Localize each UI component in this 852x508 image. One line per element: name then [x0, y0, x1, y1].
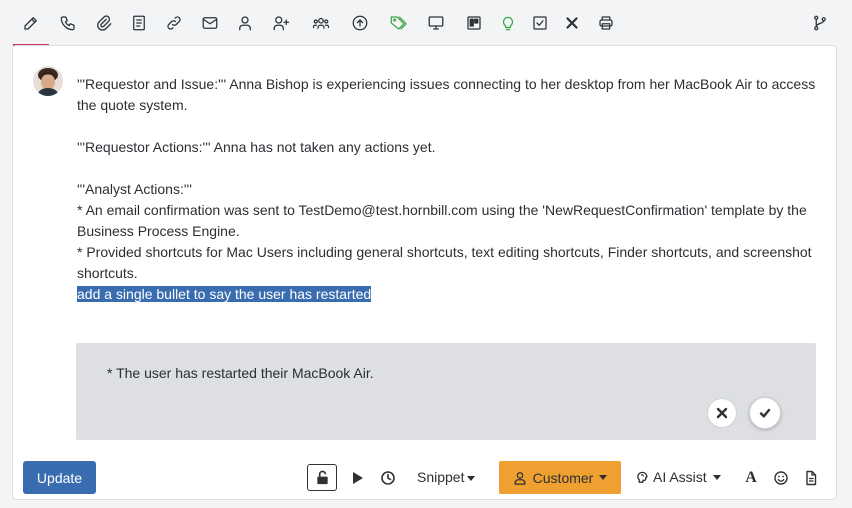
note-content[interactable]: '''Requestor and Issue:''' Anna Bishop i… [77, 74, 827, 305]
toolbar [0, 0, 852, 46]
emoji-button[interactable] [768, 464, 794, 491]
font-format-button[interactable]: A [738, 464, 764, 491]
note-line-requestor-actions: '''Requestor Actions:''' Anna has not ta… [77, 139, 436, 155]
note-line-email-bullet: * An email confirmation was sent to Test… [77, 202, 811, 239]
reject-suggestion-button[interactable] [707, 398, 737, 428]
chevron-down-icon [467, 475, 476, 481]
snippet-label: Snippet [417, 469, 465, 485]
editor-footer: Update Snippet Customer AI Assist A [13, 460, 838, 494]
user-icon [514, 471, 526, 485]
font-icon: A [745, 468, 757, 486]
lock-button[interactable] [307, 464, 337, 491]
user-icon[interactable] [230, 8, 260, 38]
board-icon[interactable] [459, 8, 489, 38]
desktop-icon[interactable] [421, 8, 451, 38]
upload-icon[interactable] [345, 8, 375, 38]
branch-icon[interactable] [805, 8, 835, 38]
lightbulb-icon[interactable] [493, 8, 523, 38]
document-icon [806, 470, 817, 485]
paperclip-icon[interactable] [89, 8, 119, 38]
note-line-shortcuts-bullet: * Provided shortcuts for Mac Users inclu… [77, 244, 816, 281]
close-icon[interactable] [557, 8, 587, 38]
ai-assist-label: AI Assist [653, 469, 707, 485]
chevron-down-icon [599, 475, 608, 480]
note-editor-card: '''Requestor and Issue:''' Anna Bishop i… [12, 45, 837, 500]
update-button[interactable]: Update [23, 461, 96, 494]
close-icon [716, 407, 728, 419]
user-plus-icon[interactable] [266, 8, 296, 38]
checkbox-icon[interactable] [525, 8, 555, 38]
book-icon[interactable] [124, 8, 154, 38]
template-button[interactable] [798, 464, 824, 491]
ai-suggestion-text: * The user has restarted their MacBook A… [107, 365, 374, 381]
accept-suggestion-button[interactable] [749, 397, 781, 429]
note-blank-line [77, 116, 827, 137]
customer-label: Customer [532, 469, 594, 486]
print-icon[interactable] [591, 8, 621, 38]
check-icon [759, 408, 771, 418]
phone-icon[interactable] [53, 8, 83, 38]
brain-icon [637, 471, 648, 483]
play-icon [353, 471, 363, 484]
selected-text[interactable]: add a single bullet to say the user has … [77, 286, 372, 302]
chevron-down-icon [712, 474, 721, 480]
snippet-dropdown[interactable]: Snippet [417, 469, 476, 485]
ai-suggestion-box: * The user has restarted their MacBook A… [76, 343, 816, 440]
avatar [33, 66, 63, 96]
unlock-icon [316, 470, 328, 485]
mail-icon[interactable] [195, 8, 225, 38]
play-button[interactable] [344, 464, 370, 491]
customer-visibility-dropdown[interactable]: Customer [499, 461, 621, 494]
smiley-icon [774, 470, 788, 485]
link-icon[interactable] [159, 8, 189, 38]
history-button[interactable] [375, 464, 401, 491]
edit-icon[interactable] [13, 8, 49, 46]
ai-assist-dropdown[interactable]: AI Assist [635, 469, 721, 485]
note-line-analyst-actions: '''Analyst Actions:''' [77, 181, 192, 197]
note-line-requestor-issue: '''Requestor and Issue:''' Anna Bishop i… [77, 76, 820, 113]
users-icon[interactable] [306, 8, 336, 38]
clock-icon [381, 470, 395, 485]
note-blank-line [77, 158, 827, 179]
tag-icon[interactable] [383, 8, 413, 38]
